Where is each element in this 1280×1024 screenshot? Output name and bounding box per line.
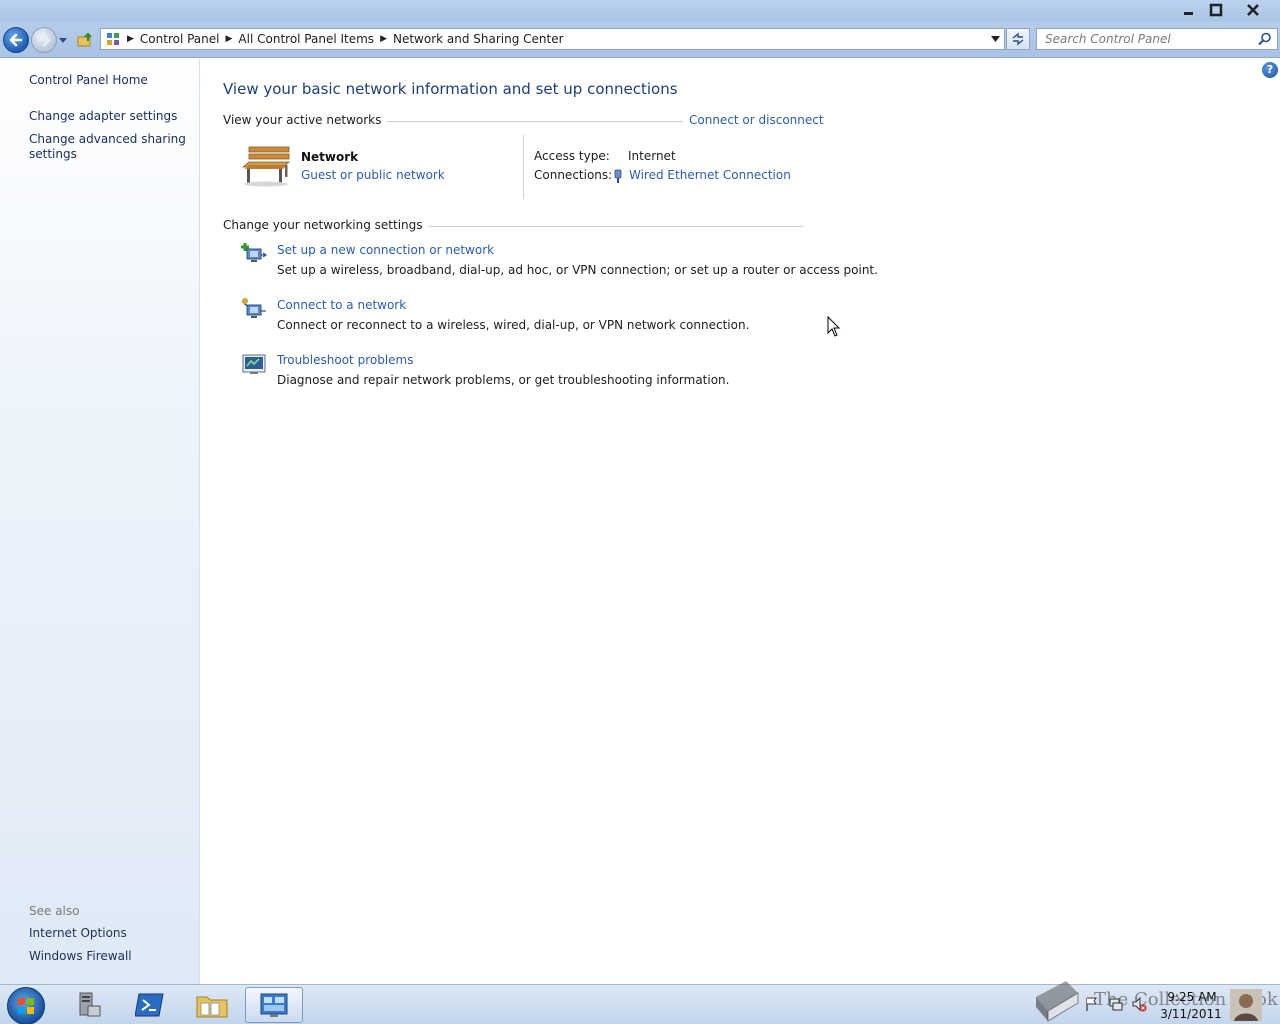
change-settings-heading: Change your networking settings: [223, 218, 429, 232]
clock-time[interactable]: 9:25 AM: [1165, 990, 1219, 1004]
recent-pages-dropdown-icon[interactable]: [58, 35, 68, 45]
access-type-value: Internet: [628, 149, 676, 163]
connections-label: Connections:: [534, 168, 613, 182]
window-title-bar: [0, 0, 1280, 22]
watermark-book-icon: [1036, 981, 1079, 1022]
wired-ethernet-connection-link[interactable]: Wired Ethernet Connection: [629, 168, 791, 182]
forward-button[interactable]: [31, 27, 57, 53]
taskbar-control-panel[interactable]: [245, 987, 303, 1023]
see-also-label: See also: [29, 904, 80, 918]
breadcrumb-separator-icon[interactable]: ▶: [127, 34, 134, 44]
troubleshoot-problems-description: Diagnose and repair network problems, or…: [277, 373, 730, 387]
refresh-icon: [1012, 32, 1024, 46]
connect-to-network-link[interactable]: Connect to a network: [277, 298, 406, 312]
forward-arrow-icon: [37, 33, 51, 47]
breadcrumb-separator-icon[interactable]: ▶: [380, 34, 387, 44]
network-tray-icon[interactable]: [1108, 996, 1124, 1012]
taskbar-powershell[interactable]: [121, 987, 179, 1023]
troubleshoot-problems-link[interactable]: Troubleshoot problems: [277, 353, 413, 367]
connect-to-network-description: Connect or reconnect to a wireless, wire…: [277, 318, 750, 332]
breadcrumb-control-panel[interactable]: Control Panel: [140, 32, 220, 46]
windows-firewall-link[interactable]: Windows Firewall: [29, 949, 132, 964]
access-type-label: Access type:: [534, 149, 610, 163]
network-location-link[interactable]: Guest or public network: [301, 168, 445, 182]
back-arrow-icon: [9, 33, 23, 47]
back-button[interactable]: [3, 27, 29, 53]
taskbar-windows-explorer[interactable]: [183, 987, 241, 1023]
network-name: Network: [301, 150, 359, 164]
restore-icon: [1209, 3, 1223, 17]
up-folder-icon[interactable]: [77, 32, 93, 48]
breadcrumb-separator-icon[interactable]: ▶: [226, 34, 233, 44]
breadcrumb-network-sharing[interactable]: Network and Sharing Center: [393, 32, 564, 46]
help-icon[interactable]: ?: [1262, 62, 1278, 78]
public-network-bench-icon: [241, 146, 291, 187]
control-panel-taskbar-icon: [260, 993, 288, 1017]
control-panel-icon: [107, 33, 119, 45]
close-icon: [1247, 4, 1259, 16]
minimize-button[interactable]: [1176, 1, 1202, 19]
connect-or-disconnect-link[interactable]: Connect or disconnect: [683, 113, 824, 127]
mouse-cursor-icon: [827, 316, 841, 337]
setup-new-connection-description: Set up a wireless, broadband, dial-up, a…: [277, 263, 878, 277]
restore-button[interactable]: [1203, 1, 1229, 19]
minimize-icon: [1184, 12, 1193, 15]
address-bar[interactable]: ▶ Control Panel ▶ All Control Panel Item…: [100, 28, 1005, 50]
address-dropdown-icon[interactable]: [991, 36, 1000, 42]
network-divider: [523, 135, 524, 199]
active-networks-heading: View your active networks: [223, 113, 388, 127]
change-adapter-settings-link[interactable]: Change adapter settings: [29, 109, 177, 124]
taskbar: The Collection Book 9:25 AM 3/11/2011: [0, 981, 1280, 1024]
volume-muted-icon[interactable]: [1131, 996, 1147, 1012]
start-button[interactable]: [7, 987, 45, 1024]
close-button[interactable]: [1240, 1, 1266, 19]
search-icon[interactable]: [1258, 32, 1272, 46]
windows-logo-icon: [18, 998, 34, 1014]
ethernet-connection-icon: [614, 169, 622, 183]
change-advanced-sharing-link[interactable]: Change advanced sharing: [29, 132, 186, 147]
refresh-button[interactable]: [1006, 28, 1030, 50]
troubleshoot-icon: [242, 354, 266, 374]
search-input[interactable]: [1037, 29, 1247, 49]
server-manager-icon: [79, 992, 101, 1017]
taskbar-server-manager[interactable]: [60, 987, 118, 1023]
change-advanced-sharing-link-line2[interactable]: settings: [29, 147, 77, 162]
folder-icon: [196, 996, 228, 1018]
breadcrumb-all-items[interactable]: All Control Panel Items: [238, 32, 374, 46]
page-title: View your basic network information and …: [223, 80, 678, 98]
user-avatar-icon[interactable]: [1230, 989, 1262, 1021]
new-connection-icon: [241, 243, 267, 262]
control-panel-home-link[interactable]: Control Panel Home: [29, 73, 148, 88]
connect-to-network-icon: [241, 298, 266, 318]
action-center-flag-icon[interactable]: [1084, 996, 1100, 1012]
powershell-icon: [135, 993, 164, 1017]
navigation-bar: ▶ Control Panel ▶ All Control Panel Item…: [0, 22, 1280, 58]
main-content: ? View your basic network information an…: [201, 59, 1280, 984]
task-pane: Control Panel Home Change adapter settin…: [0, 59, 200, 984]
internet-options-link[interactable]: Internet Options: [29, 926, 127, 941]
clock-date[interactable]: 3/11/2011: [1160, 1007, 1222, 1021]
setup-new-connection-link[interactable]: Set up a new connection or network: [277, 243, 494, 257]
search-box[interactable]: [1036, 28, 1278, 50]
